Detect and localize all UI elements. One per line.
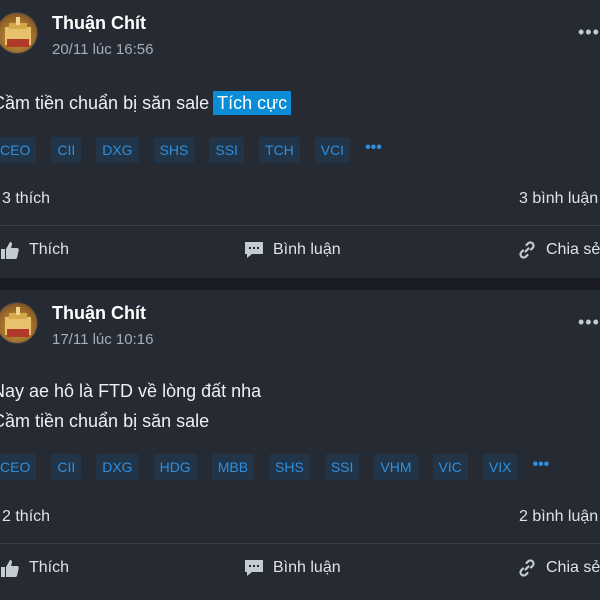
ticker-tag[interactable]: VHM [374, 454, 418, 480]
like-count[interactable]: 2 thích [2, 508, 50, 526]
like-count[interactable]: 3 thích [2, 190, 50, 208]
divider [0, 543, 600, 544]
comment-label: Bình luận [273, 559, 341, 576]
share-link-icon [517, 558, 537, 578]
comment-count[interactable]: 3 bình luận [519, 190, 598, 208]
ticker-tag[interactable]: CEO [0, 137, 37, 163]
more-horizontal-icon[interactable]: ••• [578, 312, 600, 333]
like-label: Thích [29, 559, 70, 576]
like-label: Thích [29, 241, 70, 258]
sentiment-badge: Tích cực [213, 91, 292, 115]
comment-label: Bình luận [273, 241, 341, 258]
avatar[interactable] [0, 302, 38, 344]
share-button[interactable]: Chia sẻ [517, 240, 600, 260]
like-button[interactable]: Thích [0, 240, 69, 260]
ticker-tag[interactable]: HDG [153, 454, 197, 480]
share-label: Chia sẻ [546, 241, 600, 258]
ticker-tag[interactable]: CII [51, 137, 82, 163]
avatar[interactable] [0, 12, 38, 54]
ticker-tag-list: CEO CII DXG SHS SSI TCH VCI ••• [0, 137, 382, 163]
share-button[interactable]: Chia sẻ [517, 558, 600, 578]
more-tickers-button[interactable]: ••• [532, 454, 549, 480]
ticker-tag[interactable]: VIC [432, 454, 468, 480]
ticker-tag[interactable]: SHS [153, 137, 195, 163]
ticker-tag[interactable]: MBB [211, 454, 255, 480]
share-link-icon [517, 240, 537, 260]
thumbs-up-icon [0, 558, 20, 578]
ticker-tag[interactable]: CEO [0, 454, 37, 480]
share-label: Chia sẻ [546, 559, 600, 576]
author-name[interactable]: Thuận Chít [52, 303, 146, 324]
content-line: Nay ae hô là FTD về lòng đất nha [0, 381, 262, 401]
comment-icon [244, 240, 264, 260]
comment-button[interactable]: Bình luận [244, 558, 341, 578]
ticker-tag[interactable]: DXG [96, 454, 139, 480]
more-tickers-button[interactable]: ••• [365, 137, 382, 163]
ticker-tag[interactable]: TCH [258, 137, 300, 163]
ticker-tag[interactable]: SSI [324, 454, 360, 480]
comment-count[interactable]: 2 bình luận [519, 508, 598, 526]
more-horizontal-icon[interactable]: ••• [578, 22, 600, 43]
content-line: Cầm tiền chuẩn bị săn sale [0, 93, 210, 113]
ticker-tag[interactable]: VCI [314, 137, 351, 163]
ticker-tag[interactable]: SSI [209, 137, 244, 163]
post-timestamp[interactable]: 20/11 lúc 16:56 [52, 41, 153, 58]
post-card: Thuận Chít 20/11 lúc 16:56 ••• Cầm tiền … [0, 0, 600, 278]
divider [0, 225, 600, 226]
thumbs-up-icon [0, 240, 20, 260]
content-line: Cầm tiền chuẩn bị săn sale [0, 411, 210, 431]
like-button[interactable]: Thích [0, 558, 69, 578]
ticker-tag-list: CEO CII DXG HDG MBB SHS SSI VHM VIC VIX … [0, 454, 549, 480]
post-card: Thuận Chít 17/11 lúc 10:16 ••• Nay ae hô… [0, 290, 600, 600]
comment-button[interactable]: Bình luận [244, 240, 341, 260]
author-name[interactable]: Thuận Chít [52, 13, 146, 34]
post-content: Cầm tiền chuẩn bị săn sale Tích cực [0, 88, 292, 118]
ticker-tag[interactable]: VIX [482, 454, 518, 480]
comment-icon [244, 558, 264, 578]
ticker-tag[interactable]: CII [51, 454, 82, 480]
post-timestamp[interactable]: 17/11 lúc 10:16 [52, 331, 153, 348]
ticker-tag[interactable]: SHS [269, 454, 310, 480]
post-content: Nay ae hô là FTD về lòng đất nha Cầm tiề… [0, 376, 261, 436]
ticker-tag[interactable]: DXG [96, 137, 139, 163]
